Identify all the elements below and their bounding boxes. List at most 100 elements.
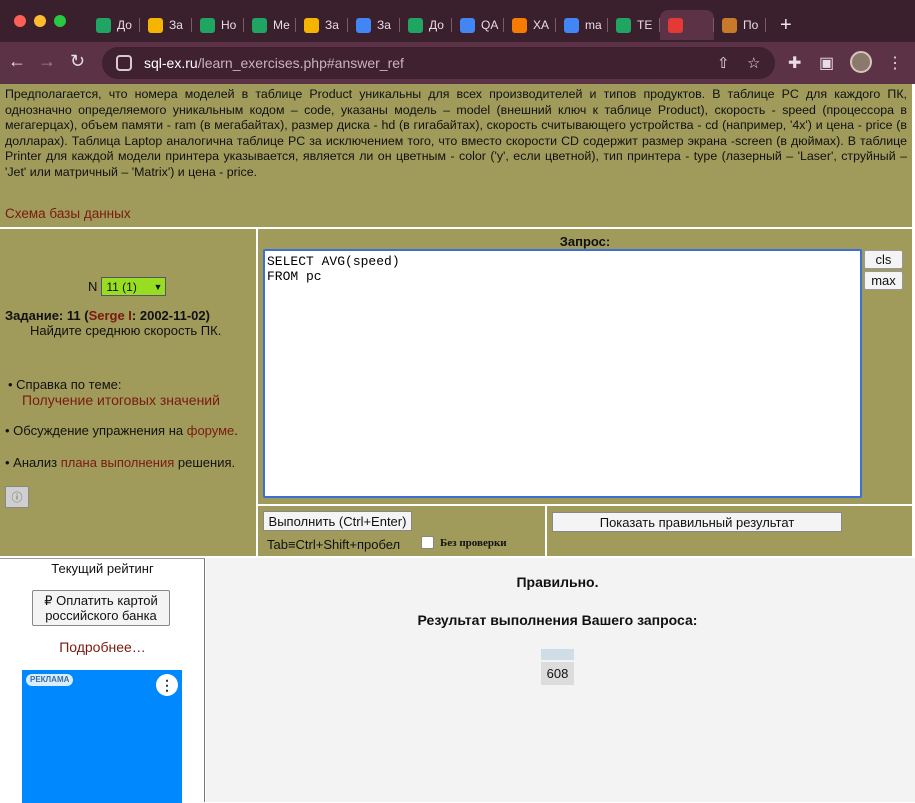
show-correct-result-button[interactable]: Показать правильный результат [552, 512, 842, 532]
browser-tab[interactable]: По [714, 10, 766, 40]
browser-tab[interactable]: QA [452, 10, 504, 40]
result-cell: 608 [541, 662, 574, 685]
pay-by-card-button[interactable]: ₽ Оплатить картой российского банка [32, 590, 170, 626]
rating-panel: Текущий рейтинг ₽ Оплатить картой россий… [0, 558, 205, 803]
extensions-puzzle-icon[interactable]: ✚ [788, 53, 801, 73]
description-text: Предполагается, что номера моделей в таб… [5, 87, 907, 179]
task-panel: N 11 (1) ▼ Задание: 11 (Serge I: 2002-11… [0, 229, 256, 556]
rating-title: Текущий рейтинг [51, 561, 154, 576]
browser-tab-label: По [743, 18, 759, 32]
side-panel-icon[interactable]: ▣ [819, 53, 834, 73]
discussion-line: • Обсуждение упражнения на форуме. [5, 423, 251, 439]
browser-tab[interactable]: За [140, 10, 192, 40]
info-icon[interactable]: ⓘ [5, 486, 29, 508]
new-tab-icon[interactable]: + [780, 14, 792, 37]
browser-tab[interactable] [660, 10, 714, 40]
tab-hint: Tab≡Ctrl+Shift+пробел [267, 537, 401, 552]
address-bar[interactable]: sql-ex.ru/learn_exercises.php#answer_ref… [102, 47, 775, 79]
browser-tab[interactable]: За [296, 10, 348, 40]
site-info-icon[interactable] [116, 55, 132, 71]
browser-tab-label: До [429, 18, 444, 32]
google-icon [564, 17, 579, 33]
maximize-window-button[interactable] [54, 15, 66, 27]
browser-tab[interactable]: За [348, 10, 400, 40]
browser-tab-label: ma [585, 18, 602, 32]
browser-tab[interactable]: До [400, 10, 452, 40]
task-author[interactable]: Serge I [89, 308, 132, 323]
analysis-line: • Анализ плана выполнения решения. [5, 455, 251, 471]
analysis-suffix: решения. [177, 455, 236, 470]
tab-list: До За Но Ме За За До QA XA ma TE По + [88, 8, 915, 42]
analysis-prefix: • Анализ [5, 455, 58, 470]
task-number-label: N [88, 279, 98, 294]
forum-link[interactable]: форуме [187, 423, 235, 438]
result-status: Правильно. [516, 574, 599, 590]
show-result-panel: Показать правильный результат [547, 506, 912, 556]
profile-avatar[interactable] [850, 51, 872, 73]
more-info-link[interactable]: Подробнее… [0, 639, 205, 655]
task-select-value: 11 (1) [106, 279, 137, 294]
task-description: Предполагается, что номера моделей в таб… [0, 84, 912, 227]
clear-button[interactable]: cls [864, 250, 903, 269]
browser-toolbar: ← → ↻ sql-ex.ru/learn_exercises.php#answ… [0, 42, 915, 84]
minimize-window-button[interactable] [34, 15, 46, 27]
reload-icon[interactable]: ↻ [70, 51, 85, 72]
drive-icon [460, 17, 475, 33]
discussion-suffix: . [234, 423, 238, 438]
browser-tab[interactable]: TE [608, 10, 660, 40]
more-options-icon[interactable]: ⋮ [156, 674, 178, 696]
maximize-editor-button[interactable]: max [864, 271, 903, 290]
result-area: Правильно. Результат выполнения Вашего з… [206, 558, 915, 802]
url-host: sql-ex.ru [144, 55, 198, 71]
slides-icon [148, 17, 163, 33]
execution-plan-link[interactable]: плана выполнения [61, 455, 175, 470]
s-icon [722, 17, 737, 33]
browser-tab-label: TE [637, 18, 653, 32]
slides-icon [304, 17, 319, 33]
help-label: • Справка по теме: [8, 377, 122, 392]
result-title: Результат выполнения Вашего запроса: [417, 612, 698, 628]
query-label: Запрос: [559, 234, 611, 249]
run-panel: Выполнить (Ctrl+Enter) Tab≡Ctrl+Shift+пр… [258, 506, 545, 556]
back-arrow-icon[interactable]: ← [8, 51, 26, 72]
browser-tab-label: За [325, 18, 339, 32]
url-path: /learn_exercises.php#answer_ref [197, 55, 404, 71]
no-check-label: Без проверки [440, 537, 507, 549]
browser-tab-label: Ме [273, 18, 290, 32]
browser-tab[interactable]: XA [504, 10, 556, 40]
query-editor[interactable]: SELECT AVG(speed) FROM pc [263, 249, 862, 498]
browser-tab[interactable]: Но [192, 10, 244, 40]
browser-tab[interactable]: ma [556, 10, 608, 40]
task-selector-row: N 11 (1) ▼ [88, 277, 167, 296]
browser-tab[interactable]: Ме [244, 10, 296, 40]
tab-separator [765, 18, 766, 32]
green-feather-icon [616, 17, 631, 33]
task-title: Задание: 11 (Serge I: 2002-11-02) [5, 308, 210, 323]
forward-arrow-icon[interactable]: → [38, 51, 56, 72]
close-window-button[interactable] [14, 15, 26, 27]
green-feather-icon [200, 17, 215, 33]
green-feather-icon [408, 17, 423, 33]
no-check-checkbox[interactable] [421, 536, 434, 549]
bookmark-star-icon[interactable]: ☆ [747, 54, 760, 72]
target-icon [668, 17, 683, 33]
discussion-prefix: • Обсуждение упражнения на [5, 423, 184, 438]
task-title-prefix: Задание: 11 ( [5, 308, 89, 323]
chevron-down-icon: ▼ [153, 281, 163, 292]
advertisement[interactable]: РЕКЛАМА ⋮ [22, 670, 182, 803]
browser-tab-strip: До За Но Ме За За До QA XA ma TE По + [0, 0, 915, 45]
task-select[interactable]: 11 (1) ▼ [101, 277, 167, 296]
browser-tab-label: До [117, 18, 132, 32]
help-topic-link[interactable]: Получение итоговых значений [22, 392, 220, 408]
browser-tab-label: Но [221, 18, 237, 32]
schema-link[interactable]: Схема базы данных [5, 206, 131, 222]
result-column-header [541, 649, 574, 660]
ad-badge: РЕКЛАМА [26, 674, 74, 686]
share-icon[interactable]: ⇧ [717, 54, 730, 72]
run-query-button[interactable]: Выполнить (Ctrl+Enter) [263, 511, 412, 531]
browser-menu-icon[interactable]: ⋮ [887, 53, 903, 73]
green-feather-icon [96, 17, 111, 33]
browser-tab[interactable]: До [88, 10, 140, 40]
green-feather-icon [252, 17, 267, 33]
browser-tab-label: За [169, 18, 183, 32]
